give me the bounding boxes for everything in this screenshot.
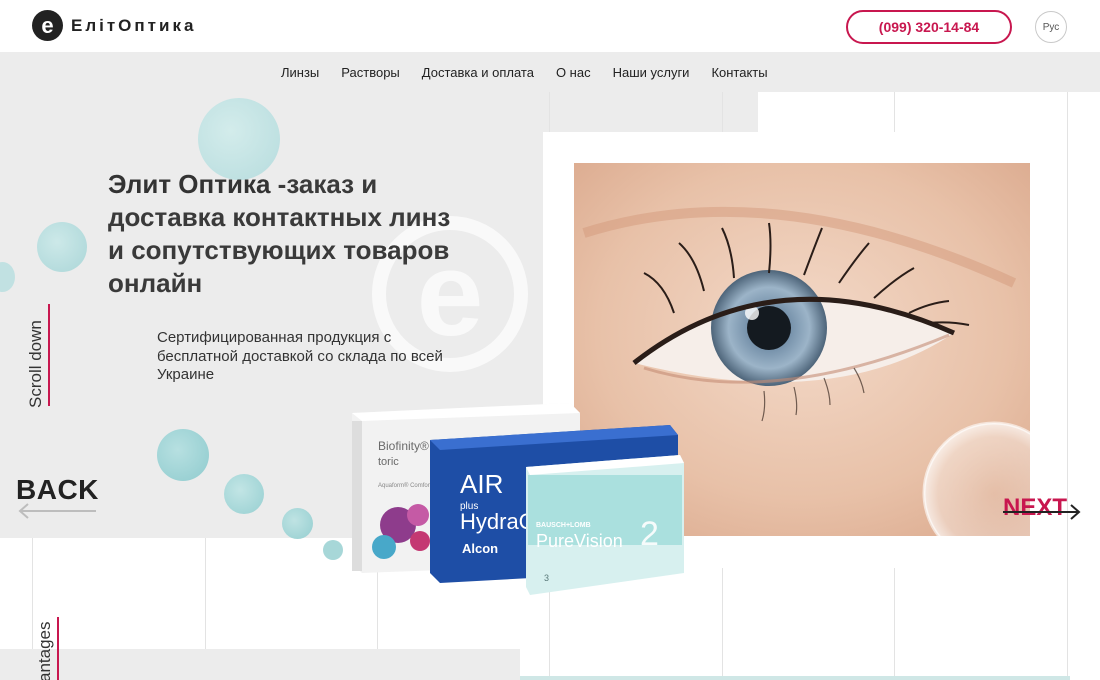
bubble-decoration [157,429,209,481]
product-box-airoptix-maker: Alcon [462,541,498,556]
logo[interactable]: e ЕлітОптика [32,10,196,41]
advantages-image-strip [520,676,1070,680]
hero-subtitle: Сертифицированная продукция с бесплатной… [157,329,443,383]
product-box-biofinity-name: Biofinity® [378,439,429,453]
product-box-purevision: BAUSCH+LOMB PureVision 2 3 [526,455,684,595]
product-box-biofinity-small: Aquaform® Comfort [378,482,432,489]
product-boxes: Biofinity® toric Aquaform® Comfort AIR p… [352,403,684,595]
nav-item-contacts[interactable]: Контакты [711,65,767,80]
back-arrow-icon[interactable] [18,502,98,520]
product-box-purevision-maker: BAUSCH+LOMB [536,522,591,529]
product-box-purevision-number: 2 [640,515,659,553]
scroll-down-label[interactable]: Scroll down [26,320,46,408]
product-box-airoptix-hydra: HydraG [460,509,536,534]
nav-item-solutions[interactable]: Растворы [341,65,400,80]
advantages-background [0,649,520,680]
product-box-airoptix-name: AIR [460,469,503,499]
bubble-decoration [37,222,87,272]
main-nav: Линзы Растворы Доставка и оплата О нас Н… [0,52,1100,92]
nav-item-delivery[interactable]: Доставка и оплата [422,65,534,80]
hero-title-brand: Элит Оптика [108,169,271,199]
bubble-decoration [224,474,264,514]
product-box-biofinity-variant: toric [378,456,399,468]
grid-line [1067,0,1068,680]
phone-button[interactable]: (099) 320-14-84 [846,10,1012,44]
hero-title: Элит Оптика -заказ и доставка контактных… [108,168,458,300]
logo-text: ЕлітОптика [71,15,197,35]
header: e ЕлітОптика (099) 320-14-84 Рус [0,0,1100,52]
nav-item-services[interactable]: Наши услуги [613,65,690,80]
language-switch[interactable]: Рус [1035,11,1067,43]
product-box-purevision-count: 3 [544,573,549,583]
advantages-bar [57,617,59,680]
next-arrow-icon[interactable] [1003,501,1083,523]
scroll-down-bar [48,304,50,406]
advantages-label: antages [35,621,54,680]
product-box-purevision-name: PureVision [536,531,623,551]
logo-mark-icon: e [32,10,63,41]
nav-item-about[interactable]: О нас [556,65,591,80]
nav-item-lenses[interactable]: Линзы [281,65,319,80]
bubble-decoration [282,508,313,539]
